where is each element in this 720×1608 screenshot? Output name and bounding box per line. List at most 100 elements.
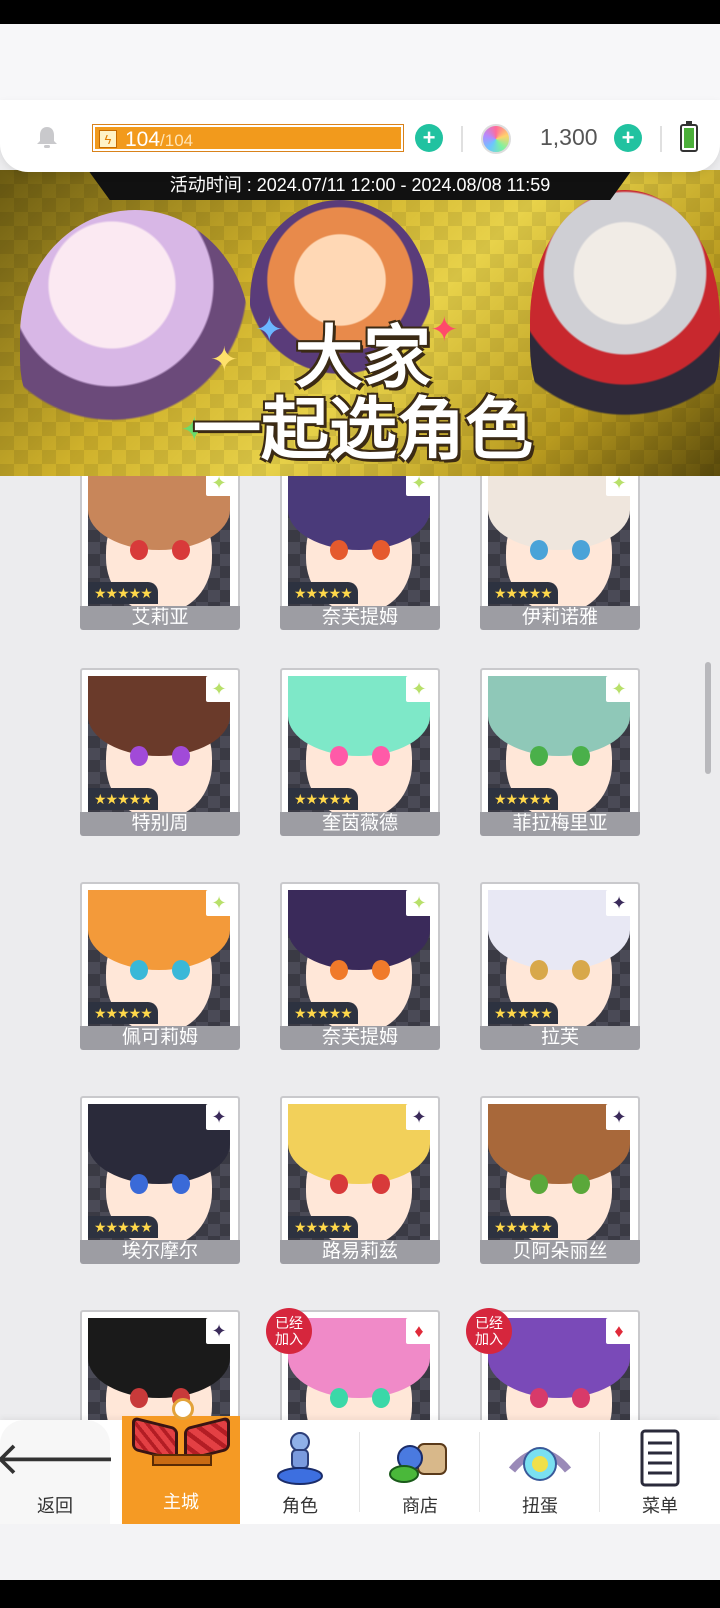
character-name: 埃尔摩尔	[80, 1240, 240, 1264]
event-time: 活动时间 : 2024.07/11 12:00 - 2024.08/08 11:…	[88, 170, 632, 200]
nav-back[interactable]: 🡐 返回	[0, 1420, 117, 1524]
castle-icon	[128, 1398, 234, 1478]
sparkle-rank-icon: ✦	[406, 676, 432, 702]
banner-title-line1: 大家	[294, 319, 431, 398]
character-name: 奎茵薇德	[280, 812, 440, 836]
event-banner[interactable]: 活动时间 : 2024.07/11 12:00 - 2024.08/08 11:…	[0, 170, 720, 476]
nav-home-label: 主城	[163, 1492, 199, 1512]
character-card[interactable]: ✦ ★★★★★ 佩可莉姆	[80, 882, 240, 1050]
character-name: 佩可莉姆	[80, 1026, 240, 1050]
gem-amount: 1,300	[540, 124, 598, 150]
shop-bag-icon	[388, 1428, 452, 1488]
star-rating: ★★★★★	[88, 582, 158, 604]
stamina-bar: ϟ 104/104	[92, 124, 404, 152]
system-nav-bar	[0, 1580, 720, 1608]
scrollbar[interactable]	[705, 662, 711, 774]
star-rating: ★★★★★	[88, 1002, 158, 1024]
character-card[interactable]: ✦ ★★★★★ 菲拉梅里亚	[480, 668, 640, 836]
star-rating: ★★★★★	[288, 1002, 358, 1024]
character-card[interactable]: ✦ ★★★★★ 伊莉诺雅	[480, 476, 640, 630]
nav-menu-label: 菜单	[642, 1496, 678, 1516]
star-rating: ★★★★★	[288, 1216, 358, 1238]
banner-character-right	[530, 190, 720, 450]
character-name: 奈芙提姆	[280, 1026, 440, 1050]
add-stamina-plus-icon[interactable]: +	[415, 124, 443, 152]
character-grid: ✦ ★★★★★ 艾莉亚 ✦ ★★★★★ 奈芙提姆 ✦ ★★★★★ 伊莉诺雅 ✦ ★★★★★ 特别周 ✦ ★…	[0, 476, 720, 1421]
character-card[interactable]: ♦★★★★★已经加入	[266, 1308, 440, 1421]
sparkle-rank-icon: ✦	[206, 676, 232, 702]
divider	[660, 126, 662, 152]
joined-badge: 已经 加入	[466, 1308, 512, 1354]
character-card[interactable]: ✦ ★★★★★ 拉芙	[480, 882, 640, 1050]
divider	[461, 126, 463, 152]
stamina-value: 104/104	[125, 128, 193, 152]
gacha-capsule-icon	[508, 1428, 572, 1488]
add-gem-plus-icon[interactable]: +	[614, 124, 642, 152]
battery-icon	[680, 121, 698, 152]
character-name: 菲拉梅里亚	[480, 812, 640, 836]
character-card[interactable]: ✦ ★★★★★ 奎茵薇德	[280, 668, 440, 836]
character-card[interactable]: ✦ ★★★★★ 埃尔摩尔	[80, 1096, 240, 1264]
menu-list-icon	[628, 1428, 692, 1488]
dark-star-rank-icon: ✦	[406, 1104, 432, 1130]
star-rating: ★★★★★	[288, 582, 358, 604]
dark-star-rank-icon: ✦	[206, 1104, 232, 1130]
character-name: 贝阿朵丽丝	[480, 1240, 640, 1264]
nav-home[interactable]: 主城	[122, 1398, 240, 1524]
dark-star-rank-icon: ✦	[606, 1104, 632, 1130]
character-name: 路易莉兹	[280, 1240, 440, 1264]
banner-title-line2: 一起选角色	[192, 391, 533, 470]
character-name: 特别周	[80, 812, 240, 836]
sparkle-rank-icon: ✦	[406, 890, 432, 916]
character-card[interactable]: ✦ ★★★★★ 奈芙提姆	[280, 882, 440, 1050]
nav-menu[interactable]: 菜单	[600, 1420, 720, 1524]
back-arrow-icon: 🡐	[0, 1432, 117, 1484]
character-card[interactable]: ✦ ★★★★★ 路易莉兹	[280, 1096, 440, 1264]
nav-back-label: 返回	[37, 1496, 73, 1516]
sparkle-rank-icon: ✦	[206, 890, 232, 916]
nav-shop-label: 商店	[402, 1496, 438, 1516]
character-card[interactable]: ✦ ★★★★★ 奈芙提姆	[280, 476, 440, 630]
resource-bar: ϟ 104/104 + 1,300 +	[0, 100, 720, 172]
gesture-bar	[0, 1524, 720, 1580]
lightning-icon: ϟ	[99, 130, 117, 148]
star-rating: ★★★★★	[488, 1002, 558, 1024]
stamina-max: /104	[160, 131, 194, 150]
character-name: 伊莉诺雅	[480, 606, 640, 630]
diamond-rank-icon: ♦	[406, 1318, 432, 1344]
sparkle-rank-icon: ✦	[206, 476, 232, 496]
dark-star-rank-icon: ✦	[206, 1318, 232, 1344]
character-card[interactable]: ✦ ★★★★★ 艾莉亚	[80, 476, 240, 630]
star-rating: ★★★★★	[488, 788, 558, 810]
nav-gacha-label: 扭蛋	[522, 1496, 558, 1516]
star-rating: ★★★★★	[488, 1216, 558, 1238]
diamond-rank-icon: ♦	[606, 1318, 632, 1344]
character-name: 艾莉亚	[80, 606, 240, 630]
character-name: 奈芙提姆	[280, 606, 440, 630]
star-rating: ★★★★★	[88, 788, 158, 810]
bottom-nav: 🡐 返回 主城 角色 商店 扭蛋 菜单	[0, 1398, 720, 1524]
character-card[interactable]: ✦ ★★★★★ 特别周	[80, 668, 240, 836]
star-rating: ★★★★★	[488, 582, 558, 604]
gem-icon	[481, 124, 511, 154]
character-name: 拉芙	[480, 1026, 640, 1050]
sparkle-rank-icon: ✦	[606, 476, 632, 496]
dark-star-rank-icon: ✦	[606, 890, 632, 916]
nav-characters-label: 角色	[282, 1496, 318, 1516]
nav-shop[interactable]: 商店	[360, 1420, 480, 1524]
bell-icon[interactable]	[34, 124, 60, 150]
stamina-current: 104	[125, 128, 161, 151]
character-card[interactable]: ♦★★★★★已经加入	[466, 1308, 640, 1421]
nav-characters[interactable]: 角色	[240, 1420, 360, 1524]
character-statue-icon	[268, 1428, 332, 1488]
star-rating: ★★★★★	[88, 1216, 158, 1238]
nav-gacha[interactable]: 扭蛋	[480, 1420, 600, 1524]
star-rating: ★★★★★	[288, 788, 358, 810]
app-root: { "topbar": { "stamina_current": "104", …	[0, 0, 720, 1608]
system-status-bar	[0, 0, 720, 24]
character-card[interactable]: ✦ ★★★★★ 贝阿朵丽丝	[480, 1096, 640, 1264]
joined-badge: 已经 加入	[266, 1308, 312, 1354]
sparkle-rank-icon: ✦	[606, 676, 632, 702]
banner-title: 大家 一起选角色	[188, 320, 538, 470]
sparkle-rank-icon: ✦	[406, 476, 432, 496]
